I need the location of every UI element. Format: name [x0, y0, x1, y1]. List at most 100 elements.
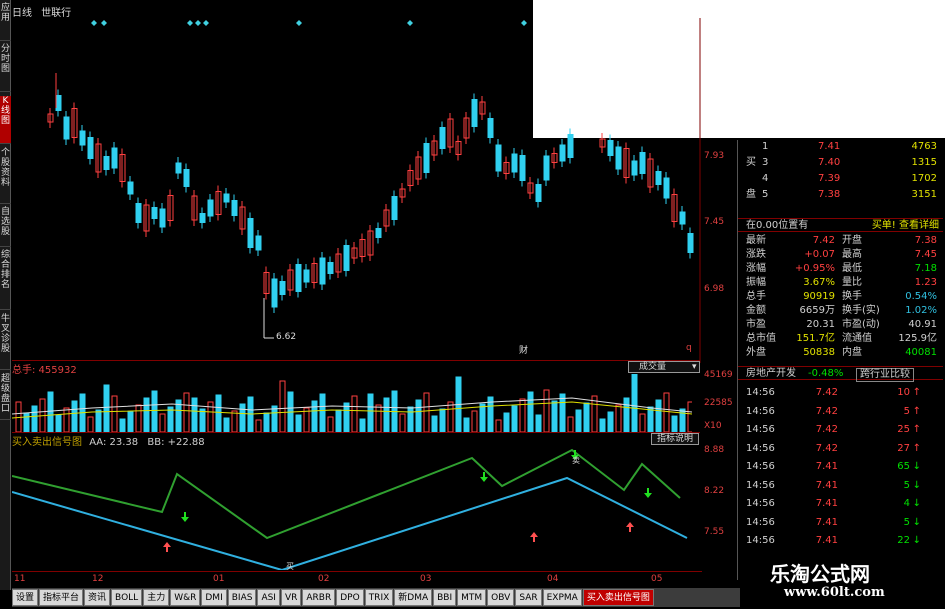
candle-body[interactable]: [295, 264, 302, 292]
candle-body[interactable]: [639, 152, 646, 174]
candle-body[interactable]: [543, 155, 550, 181]
indicator-tab[interactable]: 新DMA: [394, 589, 433, 606]
volume-bar: [479, 403, 486, 432]
left-nav-item[interactable]: 牛叉诊股: [0, 314, 11, 370]
candle-body[interactable]: [207, 199, 214, 217]
cross-industry-compare-button[interactable]: 跨行业比较: [856, 368, 914, 382]
arrow-up-icon: ↑: [912, 442, 921, 454]
tick-volume: 27: [897, 442, 910, 454]
left-nav-item[interactable]: 个股资料: [0, 148, 11, 204]
left-nav-item[interactable]: 应用: [0, 3, 11, 41]
candle-body[interactable]: [559, 144, 566, 162]
indicator-tab[interactable]: 设置: [12, 589, 39, 606]
candle-body[interactable]: [327, 262, 334, 274]
left-nav-item[interactable]: 自选股: [0, 207, 11, 247]
candle-body[interactable]: [79, 130, 86, 146]
indicator-tab[interactable]: BBI: [433, 589, 457, 606]
candle-body[interactable]: [511, 153, 518, 173]
indicator-tab[interactable]: 买入卖出信号图: [582, 589, 654, 606]
candle-body[interactable]: [607, 140, 614, 156]
order-book-row[interactable]: 1 7.41 4763: [738, 140, 943, 154]
candle-body[interactable]: [519, 155, 526, 181]
candle-body[interactable]: [87, 137, 94, 159]
candle-body[interactable]: [535, 184, 542, 202]
tick-volume: 5: [903, 479, 910, 491]
stat-row: 涨跌 +0.07 最高 7.45: [738, 248, 943, 262]
indicator-tab[interactable]: BIAS: [227, 589, 257, 606]
left-nav-item[interactable]: K线图: [0, 96, 11, 144]
indicator-tab[interactable]: TRIX: [364, 589, 394, 606]
volume-bar: [671, 415, 678, 432]
candle-body[interactable]: [487, 118, 494, 138]
indicator-help-button[interactable]: 指标说明: [651, 433, 699, 445]
candlestick-chart[interactable]: [12, 18, 732, 363]
volume-bar: [215, 394, 222, 432]
candle-body[interactable]: [679, 211, 686, 225]
arrow-up-icon: ↑: [912, 405, 921, 417]
candle-body[interactable]: [615, 146, 622, 170]
candle-body[interactable]: [663, 177, 670, 199]
tick-volume: 5: [903, 516, 910, 528]
candle-body[interactable]: [439, 127, 446, 149]
candle-body[interactable]: [247, 218, 254, 248]
chevron-down-icon[interactable]: ▾: [692, 362, 697, 372]
finance-mark[interactable]: 财: [519, 343, 528, 356]
stat-row: 总手 90919 换手 0.54%: [738, 290, 943, 304]
stat-value: 40.91: [908, 319, 937, 330]
indicator-tab[interactable]: 资讯: [84, 589, 111, 606]
left-nav-item[interactable]: 超级盘口: [0, 374, 11, 420]
left-nav-item[interactable]: 综合排名: [0, 250, 11, 310]
indicator-tab[interactable]: 主力: [143, 589, 170, 606]
candle-body[interactable]: [319, 257, 326, 285]
candle-body[interactable]: [423, 143, 430, 173]
candle-body[interactable]: [631, 160, 638, 176]
candle-body[interactable]: [159, 208, 166, 228]
date-tick: 02: [318, 574, 330, 584]
indicator-tab[interactable]: W&R: [170, 589, 201, 606]
candle-body[interactable]: [495, 144, 502, 172]
indicator-tab[interactable]: ARBR: [302, 589, 336, 606]
volume-dropdown[interactable]: 成交量: [628, 361, 700, 373]
candle-body[interactable]: [111, 147, 118, 169]
order-book-row[interactable]: 4 7.39 1702: [738, 172, 943, 186]
indicator-tab[interactable]: VR: [280, 589, 302, 606]
indicator-tab[interactable]: OBV: [487, 589, 515, 606]
indicator-tab[interactable]: DPO: [336, 589, 364, 606]
candle-body[interactable]: [175, 162, 182, 174]
stat-value: +0.95%: [794, 263, 835, 274]
indicator-tab[interactable]: MTM: [457, 589, 487, 606]
candle-body[interactable]: [103, 156, 110, 170]
candle-body[interactable]: [471, 99, 478, 127]
candle-body[interactable]: [255, 235, 262, 251]
left-nav-item[interactable]: 分时图: [0, 44, 11, 92]
low-price-label: 6.62: [276, 332, 297, 342]
candle-body[interactable]: [151, 207, 158, 219]
candle-body[interactable]: [135, 203, 142, 223]
indicator-tab[interactable]: ASI: [257, 589, 280, 606]
indicator-tab[interactable]: DMI: [201, 589, 227, 606]
candle-body[interactable]: [183, 169, 190, 187]
indicator-tab[interactable]: SAR: [515, 589, 542, 606]
candle-body[interactable]: [223, 193, 230, 203]
indicator-tab[interactable]: EXPMA: [542, 589, 582, 606]
candle-body[interactable]: [55, 95, 62, 111]
candle-body[interactable]: [343, 245, 350, 271]
candle-body[interactable]: [567, 134, 574, 158]
candle-body[interactable]: [279, 281, 286, 295]
position-bar[interactable]: 在0.00位置有 买单! 查看详细: [738, 218, 943, 232]
candle-body[interactable]: [199, 213, 206, 223]
candle-body[interactable]: [687, 233, 694, 253]
candle-body[interactable]: [655, 171, 662, 185]
candle-body[interactable]: [391, 196, 398, 220]
indicator-tab[interactable]: BOLL: [111, 589, 143, 606]
indicator-tick: 8.88: [704, 445, 725, 455]
candle-body[interactable]: [271, 278, 278, 308]
candle-body[interactable]: [63, 116, 70, 140]
candle-body[interactable]: [303, 269, 310, 283]
indicator-tab[interactable]: 指标平台: [39, 589, 84, 606]
order-book-row[interactable]: 买 3 7.40 1315: [738, 156, 943, 170]
candle-body[interactable]: [375, 228, 382, 238]
order-book-row[interactable]: 盘 5 7.38 3151: [738, 188, 943, 202]
candle-body[interactable]: [231, 200, 238, 216]
candle-body[interactable]: [127, 181, 134, 195]
